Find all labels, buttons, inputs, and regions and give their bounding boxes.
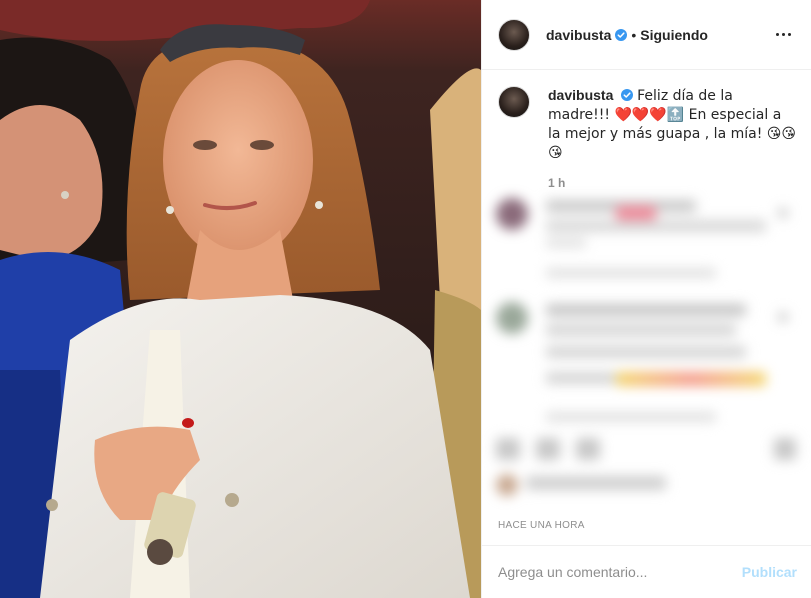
- comment-input[interactable]: [498, 564, 742, 580]
- author-avatar[interactable]: [498, 18, 530, 51]
- comments-area: davibusta Feliz día de la madre!!! ❤️❤️❤…: [482, 70, 811, 510]
- post-caption: davibusta Feliz día de la madre!!! ❤️❤️❤…: [498, 86, 798, 190]
- separator-dot: •: [631, 26, 637, 43]
- caption-text-block: davibusta Feliz día de la madre!!! ❤️❤️❤…: [548, 86, 798, 162]
- more-options-icon[interactable]: [772, 29, 795, 40]
- blurred-actions: [496, 438, 796, 508]
- photo-illustration: [0, 0, 481, 598]
- caption-author-avatar[interactable]: [498, 86, 530, 118]
- post-photo[interactable]: [0, 0, 481, 598]
- verified-badge-icon: [621, 89, 634, 101]
- following-button[interactable]: Siguiendo: [640, 27, 708, 43]
- post-header: davibusta • Siguiendo: [482, 0, 811, 70]
- publish-button[interactable]: Publicar: [742, 564, 797, 580]
- posted-time[interactable]: HACE UNA HORA: [498, 520, 585, 531]
- author-username[interactable]: davibusta: [546, 27, 611, 43]
- verified-badge-icon: [615, 28, 628, 41]
- caption-author-username[interactable]: davibusta: [548, 87, 613, 103]
- blurred-comment: [496, 198, 788, 288]
- blurred-comment: [496, 302, 788, 432]
- post-side-panel: davibusta • Siguiendo davibusta Feliz dí…: [481, 0, 811, 598]
- add-comment-bar: Publicar: [482, 545, 811, 598]
- caption-age[interactable]: 1 h: [548, 176, 798, 190]
